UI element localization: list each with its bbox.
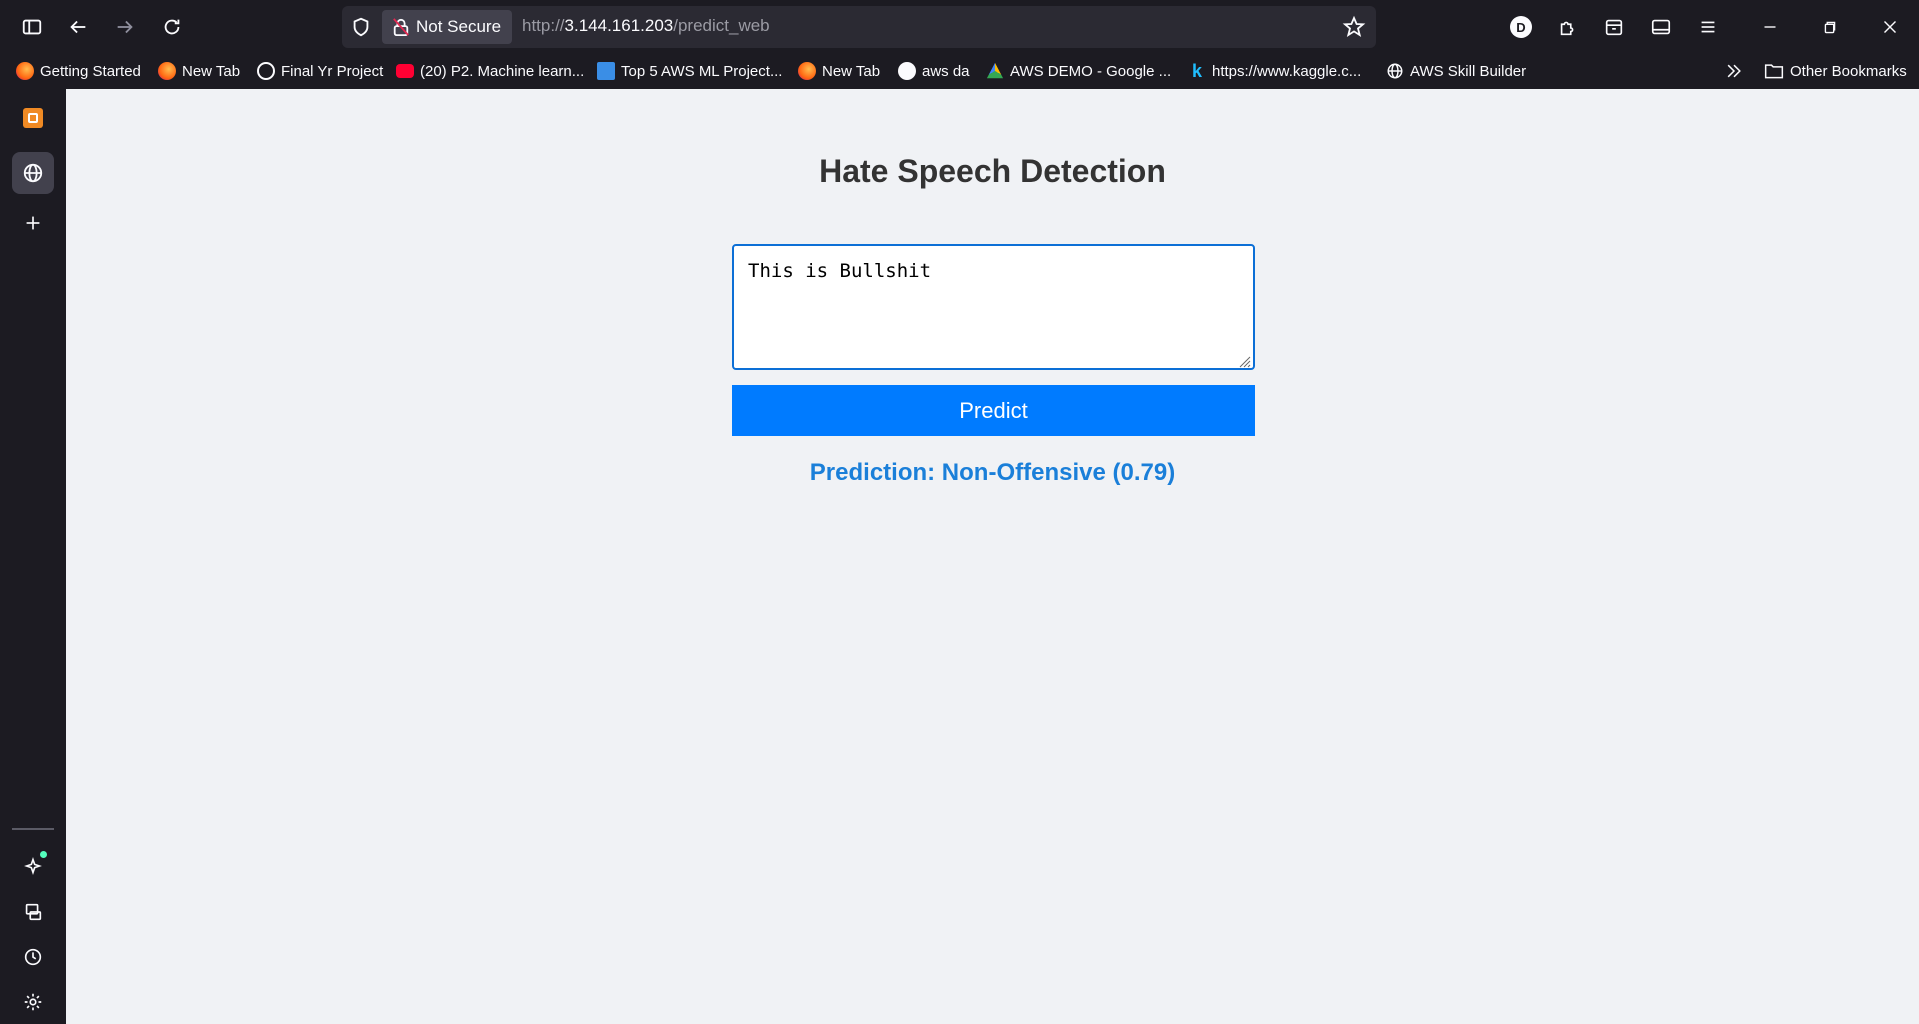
bookmark-label: https://www.kaggle.c...: [1212, 62, 1362, 80]
bookmark-label: Getting Started: [40, 62, 141, 80]
openai-icon: [257, 62, 275, 80]
back-icon[interactable]: [60, 9, 96, 45]
other-bookmarks-folder[interactable]: Other Bookmarks: [1764, 59, 1907, 83]
profile-initial: D: [1510, 16, 1532, 38]
bookmark-item[interactable]: Final Yr Project: [257, 59, 383, 83]
other-bookmarks-label: Other Bookmarks: [1790, 62, 1907, 80]
url-path: /predict_web: [673, 16, 770, 35]
close-icon[interactable]: [1872, 9, 1908, 45]
bookmark-label: Final Yr Project: [281, 62, 384, 80]
url-text[interactable]: http://3.144.161.203/predict_web: [522, 16, 770, 36]
security-label: Not Secure: [416, 17, 502, 36]
text-input[interactable]: This is Bullshit: [732, 244, 1255, 370]
url-scheme: http://: [522, 16, 565, 35]
pp-icon: [597, 62, 615, 80]
bookmark-label: New Tab: [182, 62, 241, 80]
url-bar[interactable]: Not Secure http://3.144.161.203/predict_…: [342, 6, 1376, 48]
globe-icon: [1387, 63, 1403, 79]
bookmark-item[interactable]: aws da: [898, 59, 970, 83]
firefox-icon: [158, 62, 176, 80]
firefox-icon: [798, 62, 816, 80]
bookmark-item[interactable]: New Tab: [798, 59, 880, 83]
bookmark-label: aws da: [922, 62, 970, 80]
synced-tabs-icon[interactable]: [12, 891, 54, 933]
url-host: 3.144.161.203: [564, 16, 674, 35]
resize-grip-icon[interactable]: [1237, 354, 1251, 368]
youtube-icon: [396, 64, 414, 78]
firefox-icon: [16, 62, 34, 80]
bookmark-label: AWS Skill Builder: [1410, 62, 1527, 80]
page-title: Hate Speech Detection: [819, 153, 1166, 189]
minimize-icon[interactable]: [1752, 9, 1788, 45]
insecure-lock-icon: [393, 18, 409, 36]
bookmark-label: Top 5 AWS ML Project...: [621, 62, 783, 80]
bookmark-label: New Tab: [822, 62, 881, 80]
forward-icon[interactable]: [107, 9, 143, 45]
sidebar-app-icon[interactable]: [12, 97, 54, 139]
bookmark-item[interactable]: (20) P2. Machine learn...: [396, 59, 584, 83]
bookmark-label: AWS DEMO - Google ...: [1010, 62, 1172, 80]
sidebar-add-icon[interactable]: [12, 202, 54, 244]
browser-toolbar: Not Secure http://3.144.161.203/predict_…: [0, 0, 1919, 54]
kaggle-icon: k: [1191, 60, 1202, 81]
sidebar-toggle-icon[interactable]: [14, 9, 50, 45]
sidebar-web-icon[interactable]: [12, 152, 54, 194]
predict-button[interactable]: Predict: [732, 385, 1255, 436]
google-drive-icon: [986, 62, 1004, 79]
ai-chatbot-icon[interactable]: [12, 845, 54, 887]
page-content: Hate Speech Detection This is Bullshit P…: [66, 89, 1919, 1024]
bookmarks-overflow-icon[interactable]: [1724, 59, 1744, 83]
sidebar-divider: [12, 828, 54, 830]
folder-icon: [1764, 64, 1784, 79]
bookmark-label: (20) P2. Machine learn...: [420, 62, 585, 80]
reload-icon[interactable]: [154, 9, 190, 45]
pocket-icon[interactable]: [1596, 9, 1632, 45]
bookmark-star-icon[interactable]: [1342, 15, 1366, 39]
bookmarks-bar: Getting Started New Tab Final Yr Project…: [0, 54, 1919, 89]
bookmark-item[interactable]: New Tab: [158, 59, 240, 83]
bookmark-item[interactable]: AWS DEMO - Google ...: [986, 59, 1171, 83]
tab-view-icon[interactable]: [1643, 9, 1679, 45]
browser-sidebar: [0, 89, 66, 1024]
bookmark-item[interactable]: Top 5 AWS ML Project...: [597, 59, 782, 83]
account-avatar[interactable]: D: [1503, 9, 1539, 45]
dot-icon: [898, 62, 916, 80]
bookmark-item[interactable]: AWS Skill Builder: [1386, 59, 1526, 83]
prediction-result: Prediction: Non-Offensive (0.79): [809, 459, 1176, 486]
not-secure-badge[interactable]: Not Secure: [382, 10, 512, 44]
settings-gear-icon[interactable]: [12, 981, 54, 1023]
tracking-shield-icon[interactable]: [350, 16, 372, 38]
restore-icon[interactable]: [1812, 9, 1848, 45]
bookmark-item[interactable]: k https://www.kaggle.c...: [1188, 59, 1361, 83]
history-icon[interactable]: [12, 936, 54, 978]
menu-icon[interactable]: [1690, 9, 1726, 45]
notification-dot: [40, 851, 47, 858]
bookmark-item[interactable]: Getting Started: [16, 59, 141, 83]
extensions-icon[interactable]: [1550, 9, 1586, 45]
